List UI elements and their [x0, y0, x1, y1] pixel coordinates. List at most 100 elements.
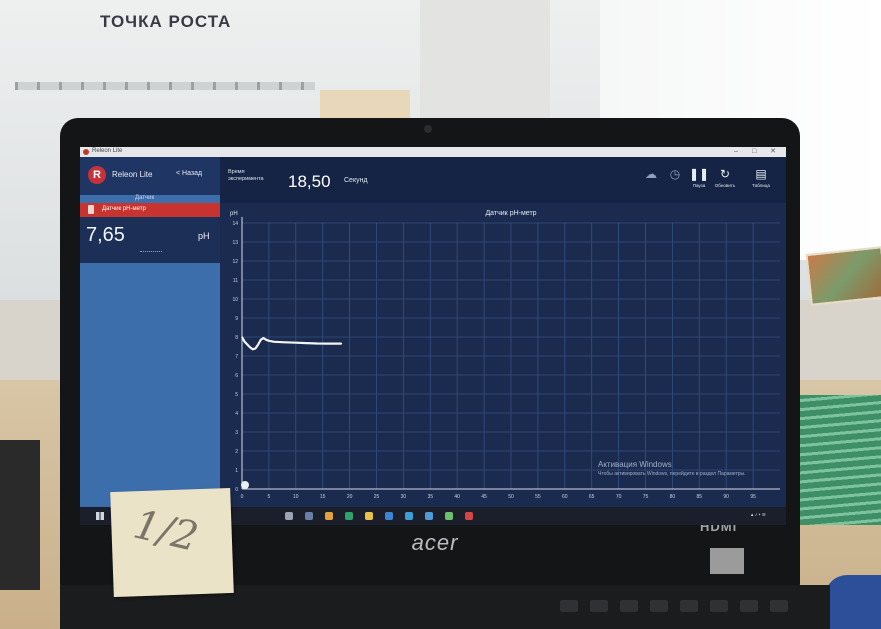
- sensor-item-label: Датчик pH-метр: [102, 206, 146, 212]
- refresh-icon: ↻: [719, 167, 731, 181]
- time-value: 18,50: [288, 172, 331, 191]
- y-tick-label: 13: [232, 240, 238, 246]
- app-icon: [83, 149, 89, 155]
- key: [620, 600, 638, 612]
- releon-logo-icon: R: [88, 166, 106, 184]
- series-point: [246, 344, 248, 346]
- key: [590, 600, 608, 612]
- series-point: [257, 344, 259, 346]
- reading-sparkline: [140, 251, 162, 255]
- series-line: [241, 336, 342, 351]
- app-icon[interactable]: [345, 512, 353, 520]
- reading-value: 7,65: [86, 224, 125, 246]
- media-icon[interactable]: [425, 512, 433, 520]
- y-tick-label: 9: [235, 316, 238, 322]
- store-icon[interactable]: [385, 512, 393, 520]
- watermark-subtitle: Чтобы активировать Windows, перейдите в …: [598, 471, 746, 477]
- y-tick-label: 11: [233, 278, 238, 284]
- y-tick-label: 1: [235, 468, 238, 474]
- key: [710, 600, 728, 612]
- laptop-brand-logo: acer: [411, 530, 459, 555]
- x-tick-label: 95: [750, 494, 756, 500]
- reading-unit: pH: [198, 231, 210, 241]
- x-tick-label: 0: [241, 494, 244, 500]
- x-tick-label: 10: [293, 494, 299, 500]
- laptop-screen: Releon Lite – □ ✕ R Releon Lite < Назад …: [80, 147, 786, 525]
- browser-icon[interactable]: [325, 512, 333, 520]
- series-point: [327, 343, 329, 345]
- x-tick-label: 90: [723, 494, 729, 500]
- x-tick-label: 35: [428, 494, 434, 500]
- y-tick-label: 3: [235, 430, 238, 436]
- refresh-label: Обновить: [714, 183, 736, 188]
- window-title: Releon Lite: [92, 148, 123, 154]
- sensors-header: Датчик: [135, 195, 155, 201]
- windows-start-icon[interactable]: [96, 512, 104, 520]
- y-tick-label: 5: [235, 392, 238, 398]
- x-tick-label: 85: [697, 494, 703, 500]
- x-tick-label: 60: [562, 494, 568, 500]
- window-controls[interactable]: – □ ✕: [734, 147, 782, 155]
- series-point: [340, 343, 343, 345]
- search-icon[interactable]: [285, 512, 293, 520]
- series-point: [244, 341, 246, 343]
- mail-icon[interactable]: [405, 512, 413, 520]
- refresh-button[interactable]: ↻ Обновить: [710, 167, 740, 188]
- hinge-clip: [710, 548, 744, 574]
- y-tick-label: 4: [235, 411, 238, 417]
- window-titlebar: Releon Lite – □ ✕: [80, 147, 786, 157]
- series-point: [295, 342, 297, 344]
- series-point: [260, 339, 262, 341]
- sensor-item-ph[interactable]: Датчик pH-метр: [80, 203, 220, 217]
- sidebar-header: R Releon Lite < Назад: [80, 157, 220, 195]
- series-point: [268, 340, 270, 342]
- watermark-title: Активация Windows: [598, 460, 672, 469]
- x-tick-label: 25: [374, 494, 380, 500]
- series-point: [273, 341, 275, 343]
- table-button[interactable]: ▤ Таблица: [746, 167, 776, 188]
- y-tick-label: 12: [232, 259, 238, 265]
- y-axis-label: pH: [230, 211, 238, 217]
- series-point: [265, 339, 267, 341]
- time-unit: Секунд: [344, 177, 368, 184]
- series-point: [284, 341, 286, 343]
- sidebar: R Releon Lite < Назад Датчик Датчик pH-м…: [80, 157, 220, 507]
- webcam-icon: [424, 125, 432, 133]
- table-label: Таблица: [752, 183, 770, 188]
- x-tick-label: 15: [320, 494, 326, 500]
- task-view-icon[interactable]: [305, 512, 313, 520]
- x-tick-label: 30: [401, 494, 407, 500]
- series-point: [249, 346, 251, 349]
- sensor-probe-icon: [88, 205, 94, 214]
- back-button[interactable]: < Назад: [176, 170, 202, 177]
- wall-sign: ТОЧКА РОСТА: [100, 12, 231, 32]
- key: [650, 600, 668, 612]
- x-tick-label: 75: [643, 494, 649, 500]
- x-tick-label: 55: [535, 494, 541, 500]
- x-tick-label: 20: [347, 494, 353, 500]
- sticky-note-text: 1/2: [129, 501, 203, 561]
- key: [770, 600, 788, 612]
- key: [740, 600, 758, 612]
- y-tick-label: 14: [232, 221, 238, 227]
- system-tray[interactable]: ▴ ♪ ▪ ≋: [751, 512, 766, 518]
- series-point: [316, 342, 318, 345]
- blue-mouse-pad: [825, 575, 881, 629]
- key: [560, 600, 578, 612]
- x-tick-label: 50: [508, 494, 514, 500]
- x-tick-label: 80: [670, 494, 676, 500]
- time-caption: Время эксперимента: [228, 169, 264, 182]
- app-icon[interactable]: [445, 512, 453, 520]
- reading-panel: 7,65 pH: [80, 217, 220, 263]
- series-point: [305, 342, 308, 344]
- y-tick-label: 7: [235, 354, 238, 360]
- y-tick-label: 10: [232, 297, 238, 303]
- windows-activation-watermark: Активация Windows Чтобы активировать Win…: [598, 460, 746, 477]
- x-tick-label: 5: [268, 494, 271, 500]
- releon-taskbar-icon[interactable]: [465, 512, 473, 520]
- folder-icon[interactable]: [365, 512, 373, 520]
- series-point: [262, 337, 265, 339]
- y-tick-label: 0: [235, 487, 238, 493]
- x-tick-label: 65: [589, 494, 595, 500]
- x-tick-label: 70: [616, 494, 622, 500]
